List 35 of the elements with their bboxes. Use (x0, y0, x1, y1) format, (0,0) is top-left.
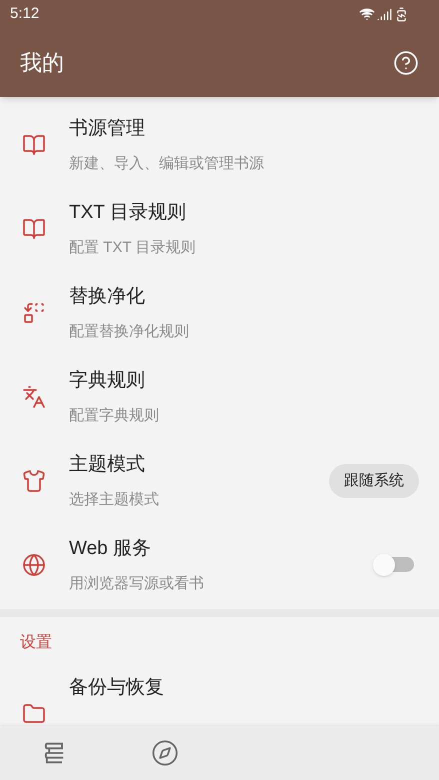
item-title: 主题模式 (69, 452, 146, 476)
item-subtitle: 配置字典规则 (69, 406, 160, 426)
section-header: 设置 (20, 632, 52, 653)
item-subtitle: 选择主题模式 (69, 490, 160, 510)
help-button[interactable] (393, 50, 419, 76)
shirt-icon (22, 469, 46, 493)
item-title: 字典规则 (69, 368, 146, 392)
settings-item[interactable]: 书源管理 新建、导入、编辑或管理书源 (0, 103, 439, 187)
wifi-icon (359, 6, 375, 22)
globe-icon (22, 553, 46, 577)
settings-item[interactable]: TXT 目录规则 配置 TXT 目录规则 (0, 187, 439, 271)
settings-item[interactable]: 字典规则 配置字典规则 (0, 355, 439, 439)
item-subtitle: 用浏览器写源或看书 (69, 574, 205, 594)
replace-icon (22, 301, 46, 325)
status-time: 5:12 (10, 4, 40, 24)
item-title: TXT 目录规则 (69, 200, 187, 224)
signal-icon (377, 6, 392, 22)
theme-chip[interactable]: 跟随系统 (329, 464, 419, 498)
item-subtitle: 配置替换净化规则 (69, 322, 190, 342)
open-book-icon (22, 133, 46, 157)
item-title: 书源管理 (69, 116, 146, 140)
toolbar-title: 我的 (20, 49, 64, 77)
settings-item[interactable]: 备份与恢复 (0, 668, 439, 726)
battery-icon (394, 6, 409, 22)
settings-item[interactable]: Web 服务 用浏览器写源或看书 (0, 523, 439, 607)
open-book-icon (22, 217, 46, 241)
translate-icon (22, 385, 46, 409)
item-subtitle: 新建、导入、编辑或管理书源 (69, 154, 265, 174)
settings-item[interactable]: 主题模式 选择主题模式 跟随系统 (0, 439, 439, 523)
item-title: 备份与恢复 (69, 676, 164, 700)
item-subtitle: 配置 TXT 目录规则 (69, 238, 196, 258)
compass-icon (150, 739, 179, 768)
item-title: Web 服务 (69, 536, 152, 560)
item-title: 替换净化 (69, 284, 146, 308)
settings-item[interactable]: 替换净化 配置替换净化规则 (0, 271, 439, 355)
